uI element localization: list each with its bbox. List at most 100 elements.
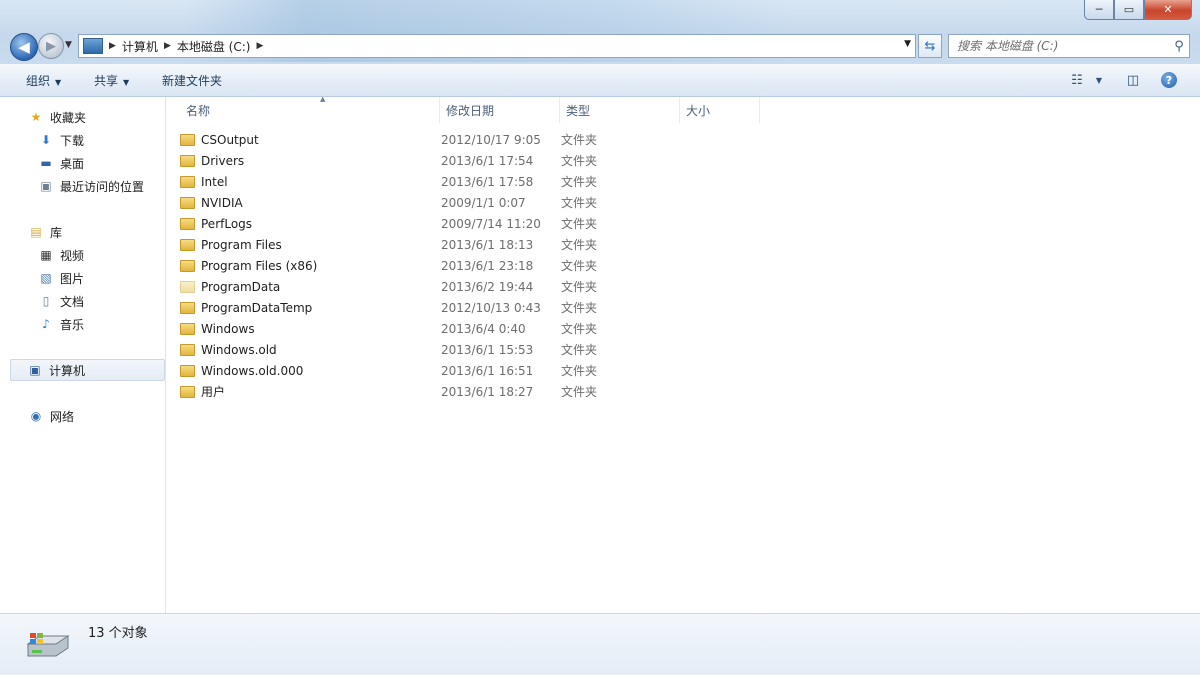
file-date: 2013/6/1 18:13 — [441, 237, 534, 252]
file-type: 文件夹 — [561, 196, 598, 210]
file-row[interactable]: Intel 2013/6/1 17:58 文件夹 — [180, 171, 1180, 192]
sidebar-label: 桌面 — [60, 156, 85, 171]
file-date: 2013/6/1 17:54 — [441, 153, 534, 168]
navigation-bar: ◀ ▶ ▼ ▶ 计算机 ▶ 本地磁盘 (C:) ▶ ▼ ⇆ ⚲ — [0, 30, 1200, 62]
sidebar-label: 下载 — [60, 133, 85, 148]
caption-buttons: ─ ▭ ✕ — [1084, 0, 1192, 20]
close-button[interactable]: ✕ — [1144, 0, 1192, 20]
new-folder-button[interactable]: 新建文件夹 — [162, 72, 222, 89]
file-name: PerfLogs — [201, 216, 253, 231]
file-type: 文件夹 — [561, 238, 598, 252]
network-icon: ◉ — [30, 409, 42, 423]
refresh-button[interactable]: ⇆ — [918, 34, 942, 58]
file-date: 2013/6/1 15:53 — [441, 342, 534, 357]
file-row[interactable]: Drivers 2013/6/1 17:54 文件夹 — [180, 150, 1180, 171]
file-type: 文件夹 — [561, 343, 598, 357]
help-button[interactable]: ? — [1160, 70, 1178, 90]
folder-icon — [180, 385, 195, 398]
explorer-window: ─ ▭ ✕ ◀ ▶ ▼ ▶ 计算机 ▶ 本地磁盘 (C:) ▶ ▼ ⇆ ⚲ 组织… — [0, 0, 1200, 675]
file-row[interactable]: Windows.old 2013/6/1 15:53 文件夹 — [180, 339, 1180, 360]
item-count: 13 个对象 — [88, 626, 148, 641]
file-row[interactable]: PerfLogs 2009/7/14 11:20 文件夹 — [180, 213, 1180, 234]
computer-icon — [83, 38, 103, 54]
file-name: Windows — [201, 321, 255, 336]
share-menu[interactable]: 共享 ▼ — [94, 72, 129, 89]
file-row[interactable]: ProgramData 2013/6/2 19:44 文件夹 — [180, 276, 1180, 297]
file-date: 2013/6/1 17:58 — [441, 174, 534, 189]
file-type: 文件夹 — [561, 217, 598, 231]
file-row[interactable]: NVIDIA 2009/1/1 0:07 文件夹 — [180, 192, 1180, 213]
sidebar-item-recent[interactable]: ▣ 最近访问的位置 — [38, 176, 144, 196]
folder-icon — [180, 364, 195, 377]
video-icon: ▦ — [40, 248, 52, 262]
preview-pane-icon: ◫ — [1126, 72, 1140, 88]
address-history-dropdown[interactable]: ▼ — [904, 39, 911, 49]
sidebar-item-videos[interactable]: ▦ 视频 — [38, 245, 84, 265]
sidebar-favorites[interactable]: ★ 收藏夹 — [28, 107, 86, 127]
preview-pane-button[interactable]: ◫ — [1124, 70, 1142, 90]
column-header-type[interactable]: 类型 — [560, 97, 680, 123]
breadcrumb-computer[interactable]: 计算机 — [122, 38, 158, 55]
file-row[interactable]: ProgramDataTemp 2012/10/13 0:43 文件夹 — [180, 297, 1180, 318]
sidebar-libraries[interactable]: ▤ 库 — [28, 222, 62, 242]
file-row[interactable]: Windows.old.000 2013/6/1 16:51 文件夹 — [180, 360, 1180, 381]
folder-icon — [180, 301, 195, 314]
folder-icon — [180, 259, 195, 272]
file-row[interactable]: 用户 2013/6/1 18:27 文件夹 — [180, 381, 1180, 402]
hard-drive-icon — [26, 633, 70, 657]
breadcrumb-arrow-icon[interactable]: ▶ — [109, 41, 116, 51]
desktop-icon: ▬ — [40, 156, 52, 170]
address-bar[interactable]: ▶ 计算机 ▶ 本地磁盘 (C:) ▶ ▼ — [78, 34, 916, 58]
maximize-button[interactable]: ▭ — [1114, 0, 1144, 20]
sidebar-label: 文档 — [60, 294, 85, 309]
refresh-icon: ⇆ — [924, 38, 936, 54]
file-row[interactable]: Program Files (x86) 2013/6/1 23:18 文件夹 — [180, 255, 1180, 276]
view-dropdown-button[interactable]: ▼ — [1092, 70, 1106, 90]
arrow-right-icon: ▶ — [46, 38, 56, 54]
folder-icon — [180, 133, 195, 146]
sidebar-item-music[interactable]: ♪ 音乐 — [38, 314, 84, 334]
search-input[interactable] — [949, 38, 1169, 54]
sidebar-item-computer[interactable]: ▣ 计算机 — [10, 359, 165, 381]
command-bar: 组织 ▼ 共享 ▼ 新建文件夹 ☷ ▼ ◫ ? — [0, 64, 1200, 97]
sidebar-label: 最近访问的位置 — [60, 179, 145, 194]
column-header-size[interactable]: 大小 — [680, 97, 760, 123]
back-button[interactable]: ◀ — [10, 33, 38, 61]
sidebar-label: 音乐 — [60, 317, 85, 332]
file-date: 2013/6/2 19:44 — [441, 279, 534, 294]
folder-icon — [180, 196, 195, 209]
navigation-pane: ★ 收藏夹 ⬇ 下载 ▬ 桌面 ▣ 最近访问的位置 ▤ 库 ▦ 视频 ▧ 图片 ▯ 文档 ♪ 音乐… — [0, 97, 166, 613]
recent-pages-dropdown[interactable]: ▼ — [65, 40, 72, 50]
file-row[interactable]: Windows 2013/6/4 0:40 文件夹 — [180, 318, 1180, 339]
picture-icon: ▧ — [40, 271, 52, 285]
sidebar-item-network[interactable]: ◉ 网络 — [28, 406, 74, 426]
organize-menu[interactable]: 组织 ▼ — [26, 72, 61, 89]
search-icon[interactable]: ⚲ — [1169, 39, 1189, 54]
view-options-button[interactable]: ☷ — [1066, 70, 1088, 90]
forward-button[interactable]: ▶ — [38, 33, 64, 59]
folder-icon — [180, 322, 195, 335]
sidebar-item-pictures[interactable]: ▧ 图片 — [38, 268, 84, 288]
file-row[interactable]: CSOutput 2012/10/17 9:05 文件夹 — [180, 129, 1180, 150]
sidebar-item-documents[interactable]: ▯ 文档 — [38, 291, 84, 311]
breadcrumb-arrow-icon[interactable]: ▶ — [164, 41, 171, 51]
sidebar-label: 网络 — [50, 409, 75, 424]
column-header-date[interactable]: 修改日期 — [440, 97, 560, 123]
column-header-label: 名称 — [186, 103, 211, 118]
sidebar-item-desktop[interactable]: ▬ 桌面 — [38, 153, 84, 173]
file-type: 文件夹 — [561, 301, 598, 315]
chevron-down-icon: ▼ — [123, 78, 130, 87]
file-row[interactable]: Program Files 2013/6/1 18:13 文件夹 — [180, 234, 1180, 255]
breadcrumb-local-disk[interactable]: 本地磁盘 (C:) — [177, 38, 251, 55]
sort-ascending-icon: ▲ — [320, 95, 326, 103]
sidebar-label: 计算机 — [49, 363, 86, 378]
file-type: 文件夹 — [561, 322, 598, 336]
sidebar-label: 库 — [50, 225, 63, 240]
document-icon: ▯ — [42, 294, 50, 308]
column-header-name[interactable]: 名称 ▲ — [180, 95, 440, 123]
file-date: 2009/7/14 11:20 — [441, 216, 541, 231]
breadcrumb-arrow-icon[interactable]: ▶ — [256, 41, 263, 51]
search-box[interactable]: ⚲ — [948, 34, 1190, 58]
minimize-button[interactable]: ─ — [1084, 0, 1114, 20]
sidebar-item-downloads[interactable]: ⬇ 下载 — [38, 130, 84, 150]
